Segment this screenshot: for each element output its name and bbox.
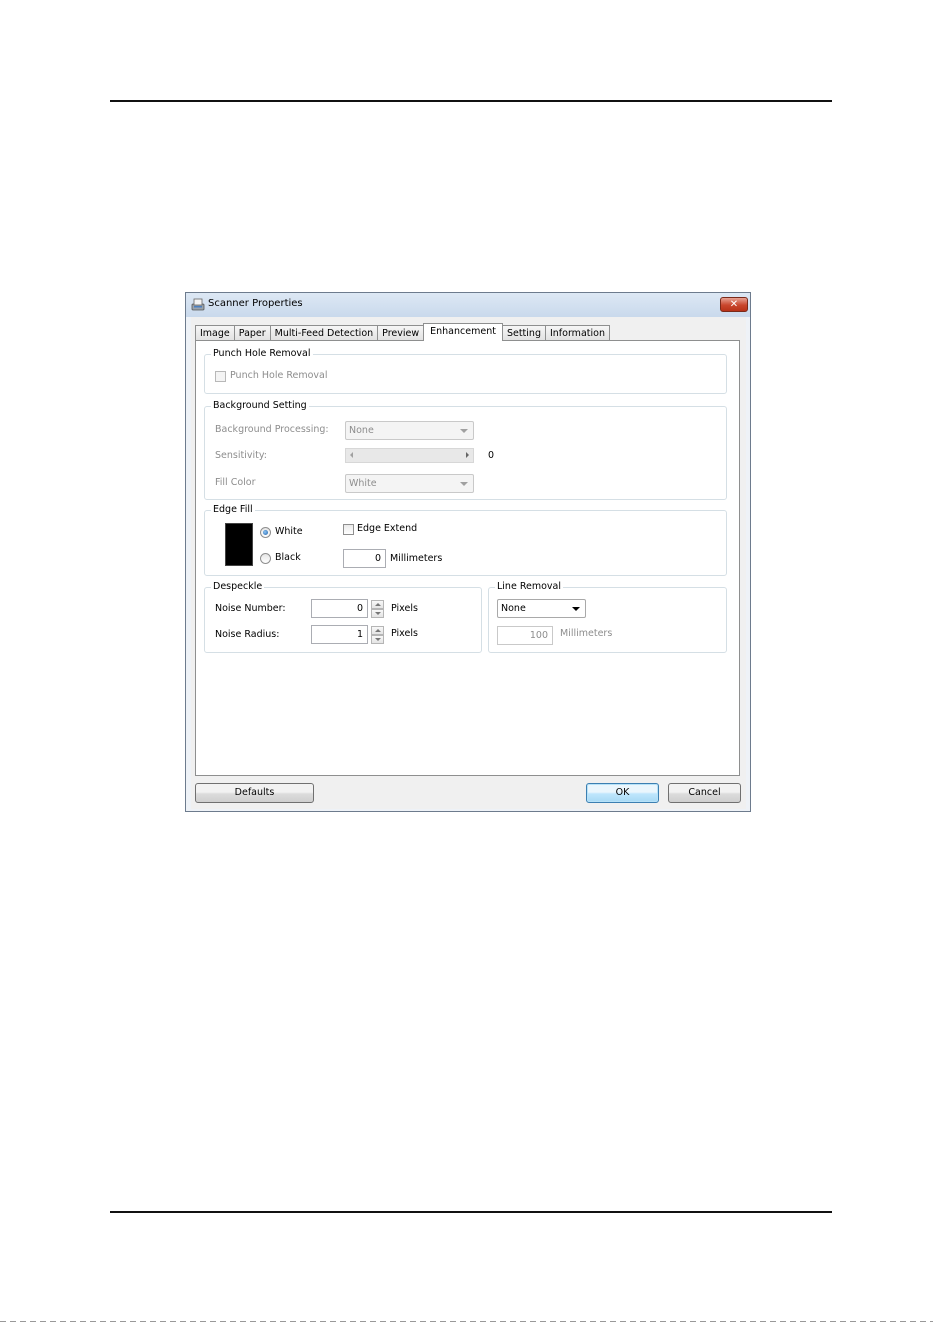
line-removal-length-unit: Millimeters (560, 628, 613, 639)
edge-fill-white-radio[interactable] (260, 527, 271, 538)
edge-fill-millimeters-input[interactable]: 0 (343, 549, 386, 568)
edge-extend-label: Edge Extend (357, 523, 418, 534)
sensitivity-label: Sensitivity: (215, 450, 267, 461)
noise-radius-input[interactable]: 1 (311, 625, 368, 644)
punch-hole-removal-checkbox[interactable] (215, 371, 226, 382)
noise-number-spinner[interactable] (371, 600, 384, 618)
tab-preview[interactable]: Preview (377, 325, 425, 341)
chevron-down-icon (572, 607, 580, 611)
fill-color-select[interactable]: White (345, 474, 474, 493)
despeckle-group: Despeckle Noise Number: 0 Pixels Noise R… (204, 581, 482, 653)
noise-radius-spinner[interactable] (371, 626, 384, 644)
tab-paper[interactable]: Paper (233, 325, 271, 341)
background-processing-value: None (349, 425, 374, 436)
edge-fill-black-label: Black (275, 552, 301, 563)
window-title: Scanner Properties (208, 298, 303, 309)
spin-down-icon[interactable] (371, 609, 384, 618)
chevron-down-icon (460, 429, 468, 433)
slider-right-arrow-icon (466, 452, 469, 458)
line-removal-select[interactable]: None (497, 599, 586, 618)
close-button[interactable]: ✕ (720, 297, 748, 312)
page-header-rule (110, 100, 832, 102)
edge-fill-black-radio[interactable] (260, 553, 271, 564)
background-setting-group: Background Setting Background Processing… (204, 400, 727, 500)
defaults-button[interactable]: Defaults (195, 783, 314, 803)
line-removal-group: Line Removal None 100 Millimeters (488, 581, 727, 653)
group-title: Despeckle (211, 581, 265, 592)
tab-multi-feed-detection[interactable]: Multi-Feed Detection (269, 325, 379, 341)
edge-fill-group: Edge Fill White Black Edge Extend 0 Mill… (204, 504, 727, 576)
group-title: Background Setting (211, 400, 309, 411)
edge-fill-white-label: White (275, 526, 303, 537)
edge-fill-preview (225, 523, 253, 566)
background-processing-label: Background Processing: (215, 424, 329, 435)
noise-radius-label: Noise Radius: (215, 629, 280, 640)
noise-number-unit: Pixels (391, 603, 418, 614)
scanner-icon (191, 298, 205, 311)
punch-hole-removal-group: Punch Hole Removal Punch Hole Removal (204, 348, 727, 394)
dialog-client-area: Image Paper Multi-Feed Detection Preview… (191, 317, 746, 809)
tab-enhancement[interactable]: Enhancement (423, 323, 503, 341)
tab-information[interactable]: Information (544, 325, 610, 341)
chevron-down-icon (460, 482, 468, 486)
group-title: Punch Hole Removal (211, 348, 313, 359)
tab-strip: Image Paper Multi-Feed Detection Preview… (195, 323, 610, 341)
edge-fill-millimeters-unit: Millimeters (390, 553, 443, 564)
noise-number-label: Noise Number: (215, 603, 286, 614)
fill-color-value: White (349, 478, 377, 489)
noise-radius-unit: Pixels (391, 628, 418, 639)
spin-up-icon[interactable] (371, 626, 384, 635)
sensitivity-slider[interactable] (345, 448, 474, 463)
ok-button[interactable]: OK (586, 783, 659, 803)
tab-image[interactable]: Image (195, 325, 235, 341)
line-removal-length-input[interactable]: 100 (497, 626, 553, 645)
tab-setting[interactable]: Setting (501, 325, 546, 341)
page-footer-rule (110, 1211, 832, 1213)
punch-hole-removal-label: Punch Hole Removal (230, 370, 328, 381)
group-title: Line Removal (495, 581, 563, 592)
page-bottom-border (0, 1321, 933, 1322)
spin-down-icon[interactable] (371, 635, 384, 644)
cancel-button[interactable]: Cancel (668, 783, 741, 803)
spin-up-icon[interactable] (371, 600, 384, 609)
sensitivity-value: 0 (488, 450, 495, 461)
group-title: Edge Fill (211, 504, 255, 515)
background-processing-select[interactable]: None (345, 421, 474, 440)
slider-left-arrow-icon (350, 452, 353, 458)
title-bar[interactable]: Scanner Properties ✕ (186, 293, 750, 317)
close-icon: ✕ (729, 299, 739, 310)
scanner-properties-dialog: Scanner Properties ✕ Image Paper Multi-F… (185, 292, 751, 812)
fill-color-label: Fill Color (215, 477, 256, 488)
noise-number-input[interactable]: 0 (311, 599, 368, 618)
enhancement-tab-panel: Punch Hole Removal Punch Hole Removal Ba… (195, 340, 740, 776)
line-removal-value: None (501, 603, 526, 614)
edge-extend-checkbox[interactable] (343, 524, 354, 535)
